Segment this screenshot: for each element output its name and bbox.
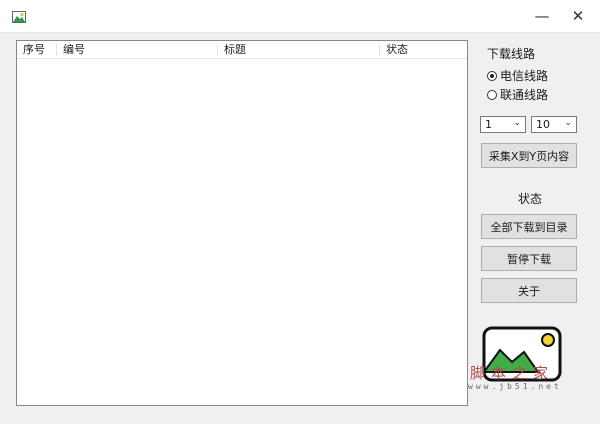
watermark-url: www.jb51.net (468, 382, 562, 391)
pause-download-button[interactable]: 暂停下载 (481, 246, 577, 271)
title-bar: — ✕ (0, 0, 600, 33)
radio-telecom[interactable]: 电信线路 (487, 67, 548, 84)
column-header-index[interactable]: 序号 (17, 41, 57, 58)
page-to-value: 10 (536, 118, 550, 131)
radio-unicom-label: 联通线路 (500, 88, 549, 102)
radio-telecom-label: 电信线路 (500, 69, 549, 83)
chevron-down-icon: ⌄ (513, 118, 521, 128)
watermark-brand: 脚本之家 (470, 364, 555, 382)
results-list[interactable]: 序号 编号 标题 状态 (16, 40, 468, 406)
status-label: 状态 (518, 192, 543, 206)
app-icon (12, 11, 26, 23)
chevron-down-icon: ⌄ (564, 118, 572, 128)
radio-checked-icon (487, 70, 497, 81)
download-all-button[interactable]: 全部下载到目录 (481, 214, 577, 239)
radio-unicom[interactable]: 联通线路 (487, 86, 548, 103)
close-icon: ✕ (571, 7, 585, 25)
page-from-value: 1 (485, 118, 492, 131)
radio-unchecked-icon (487, 89, 497, 100)
minimize-button[interactable]: — (529, 4, 555, 28)
collect-pages-button[interactable]: 采集X到Y页内容 (481, 143, 577, 168)
page-to-select[interactable]: 10 ⌄ (531, 116, 577, 133)
page-from-select[interactable]: 1 ⌄ (480, 116, 526, 133)
watermark-logo: 脚本之家 www.jb51.net (468, 322, 594, 402)
column-header-number[interactable]: 编号 (57, 41, 218, 58)
list-header: 序号 编号 标题 状态 (17, 41, 467, 59)
column-header-title[interactable]: 标题 (218, 41, 380, 58)
close-button[interactable]: ✕ (565, 4, 591, 28)
column-header-status[interactable]: 状态 (380, 41, 463, 58)
download-line-label: 下载线路 (487, 47, 536, 61)
minimize-icon: — (534, 7, 550, 25)
about-button[interactable]: 关于 (481, 278, 577, 303)
